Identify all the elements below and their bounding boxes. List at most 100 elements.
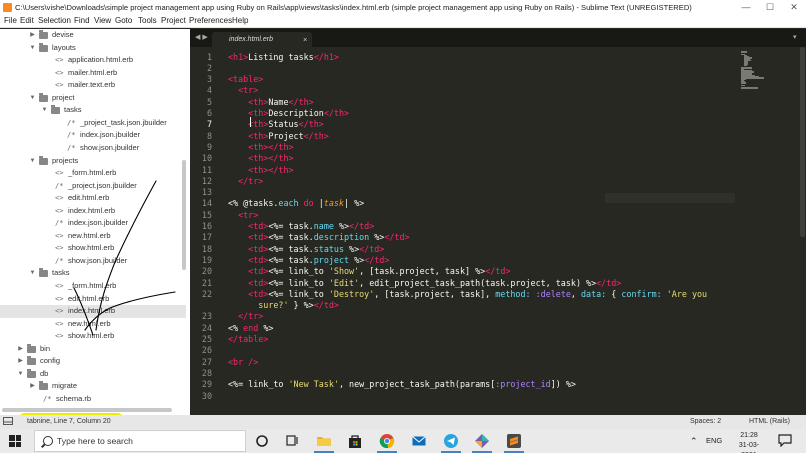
text-cursor [250, 117, 251, 127]
file-type-icon: <> [55, 169, 64, 178]
tab-nav-arrows[interactable]: ◀ ▶ [195, 29, 208, 47]
folder-expanded-icon[interactable]: ▼ [29, 92, 36, 105]
file-label: index.json.jbuilder [80, 130, 141, 140]
file-type-icon: <> [55, 244, 64, 253]
minimap-line [741, 82, 746, 84]
file-type-icon: <> [55, 282, 64, 290]
file-item[interactable]: <> new.html.erb [0, 230, 186, 243]
code-line: </tr> [238, 175, 264, 186]
folder-item[interactable]: ▶ config [0, 355, 186, 368]
language-indicator[interactable]: ENG [706, 429, 722, 453]
folder-item[interactable]: ▶ devise [0, 29, 186, 42]
sublime-text-taskbar-icon[interactable] [504, 433, 524, 453]
file-item[interactable]: <> edit.html.erb [0, 192, 186, 205]
file-explorer-icon[interactable] [314, 433, 334, 453]
tray-overflow-icon[interactable]: ⌃ [690, 429, 698, 453]
code-editor[interactable]: <h1>Listing tasks</h1> <table> <tr> <th>N… [228, 47, 734, 415]
sidebar-horizontal-scrollbar[interactable] [2, 408, 172, 412]
file-item[interactable]: <> mailer.text.erb [0, 79, 186, 92]
menu-help[interactable]: Help [232, 15, 248, 27]
code-line: sure?' } %></td> [228, 300, 339, 311]
taskbar-clock[interactable]: 21:28 31-03-2021 [734, 431, 764, 453]
folder-item[interactable]: ▶ migrate [0, 380, 186, 393]
code-line: </tr> [238, 311, 264, 322]
folder-item[interactable]: ▼ projects [0, 155, 186, 168]
menu-view[interactable]: View [94, 15, 111, 27]
file-item[interactable]: /* _project.json.jbuilder [0, 180, 186, 193]
file-label: edit.html.erb [68, 293, 110, 303]
minimap[interactable] [735, 47, 806, 415]
tab-close-icon[interactable]: × [303, 32, 307, 47]
folder-collapsed-icon[interactable]: ▶ [29, 29, 36, 42]
status-spaces[interactable]: Spaces: 2 [690, 415, 721, 429]
sidebar-scrollbar[interactable] [182, 160, 186, 270]
file-item[interactable]: <> _form.html.erb [0, 280, 186, 293]
folder-collapsed-icon[interactable]: ▶ [17, 355, 24, 368]
status-bar: tabnine, Line 7, Column 20 Spaces: 2 HTM… [0, 415, 806, 429]
menu-goto[interactable]: Goto [115, 15, 132, 27]
folder-expanded-icon[interactable]: ▼ [29, 42, 36, 55]
code-line: <th>Name</th> [248, 96, 314, 107]
tab-menu-icon[interactable]: ▾ [793, 29, 797, 47]
editor-scrollbar[interactable] [800, 47, 805, 237]
code-line: <td><%= task.status %></td> [248, 243, 385, 254]
file-item[interactable]: <> show.html.erb [0, 330, 186, 343]
menu-bar: File Edit Selection Find View Goto Tools… [0, 15, 806, 28]
line-number: 24 [201, 322, 212, 333]
line-number: 16 [201, 221, 212, 231]
menu-find[interactable]: Find [74, 15, 90, 27]
file-item[interactable]: /* show.json.jbuilder [0, 142, 186, 155]
app-icon-colorful[interactable] [472, 433, 492, 453]
minimize-button[interactable]: — [735, 0, 757, 15]
maximize-button[interactable]: ☐ [759, 0, 781, 15]
file-item[interactable]: <> application.html.erb [0, 54, 186, 67]
file-item[interactable]: <> _form.html.erb [0, 167, 186, 180]
file-item[interactable]: /* index.json.jbuilder [0, 217, 186, 230]
file-item[interactable]: <> new.html.erb [0, 318, 186, 331]
file-item[interactable]: <> index.html.erb [0, 205, 186, 218]
file-item[interactable]: /* schema.rb [0, 393, 186, 406]
file-item[interactable]: /* show.json.jbuilder [0, 255, 186, 268]
folder-label: tasks [52, 268, 70, 278]
folder-collapsed-icon[interactable]: ▶ [17, 343, 24, 356]
folder-expanded-icon[interactable]: ▼ [29, 155, 36, 168]
menu-project[interactable]: Project [161, 15, 186, 27]
telegram-icon[interactable] [441, 433, 461, 453]
status-syntax[interactable]: HTML (Rails) [749, 415, 790, 429]
folder-item[interactable]: ▶ bin [0, 343, 186, 356]
file-item[interactable]: <> index.html.erb [0, 305, 186, 318]
sidebar-file-tree[interactable]: ▶ devise ▼ layouts <> application.html.erb <> m… [0, 29, 190, 415]
folder-expanded-icon[interactable]: ▼ [41, 104, 48, 117]
folder-expanded-icon[interactable]: ▼ [29, 267, 36, 280]
file-item[interactable]: /* _project_task.json.jbuilder [0, 117, 186, 130]
menu-tools[interactable]: Tools [138, 15, 157, 27]
menu-edit[interactable]: Edit [20, 15, 34, 27]
folder-item[interactable]: ▼ layouts [0, 42, 186, 55]
folder-expanded-icon[interactable]: ▼ [17, 368, 24, 381]
tab-index-html-erb[interactable]: index.html.erb × [212, 32, 312, 47]
folder-item[interactable]: ▼ tasks [0, 104, 186, 117]
task-view-icon[interactable] [284, 433, 300, 449]
folder-collapsed-icon[interactable]: ▶ [29, 380, 36, 393]
file-item[interactable]: <> show.html.erb [0, 242, 186, 255]
file-label: index.html.erb [68, 205, 116, 215]
folder-item[interactable]: ▼ tasks [0, 267, 186, 280]
store-icon[interactable] [347, 433, 363, 449]
taskbar-search-box[interactable]: Type here to search [34, 430, 246, 452]
folder-item[interactable]: ▼ project [0, 92, 186, 105]
code-line: <td><%= task.name %></td> [248, 221, 375, 231]
menu-preferences[interactable]: Preferences [189, 15, 232, 27]
file-item[interactable]: <> mailer.html.erb [0, 67, 186, 80]
file-item[interactable]: /* index.json.jbuilder [0, 129, 186, 142]
menu-selection[interactable]: Selection [38, 15, 71, 27]
folder-item[interactable]: ▼ db [0, 368, 186, 381]
windows-start-icon[interactable] [9, 435, 21, 447]
menu-file[interactable]: File [4, 15, 17, 27]
notification-icon[interactable] [778, 434, 792, 448]
cortana-icon[interactable] [254, 433, 270, 449]
tab-label: index.html.erb [229, 36, 273, 43]
chrome-icon[interactable] [377, 433, 397, 453]
close-button[interactable]: ✕ [783, 0, 805, 15]
mail-icon[interactable] [411, 433, 427, 449]
file-item[interactable]: <> edit.html.erb [0, 293, 186, 306]
